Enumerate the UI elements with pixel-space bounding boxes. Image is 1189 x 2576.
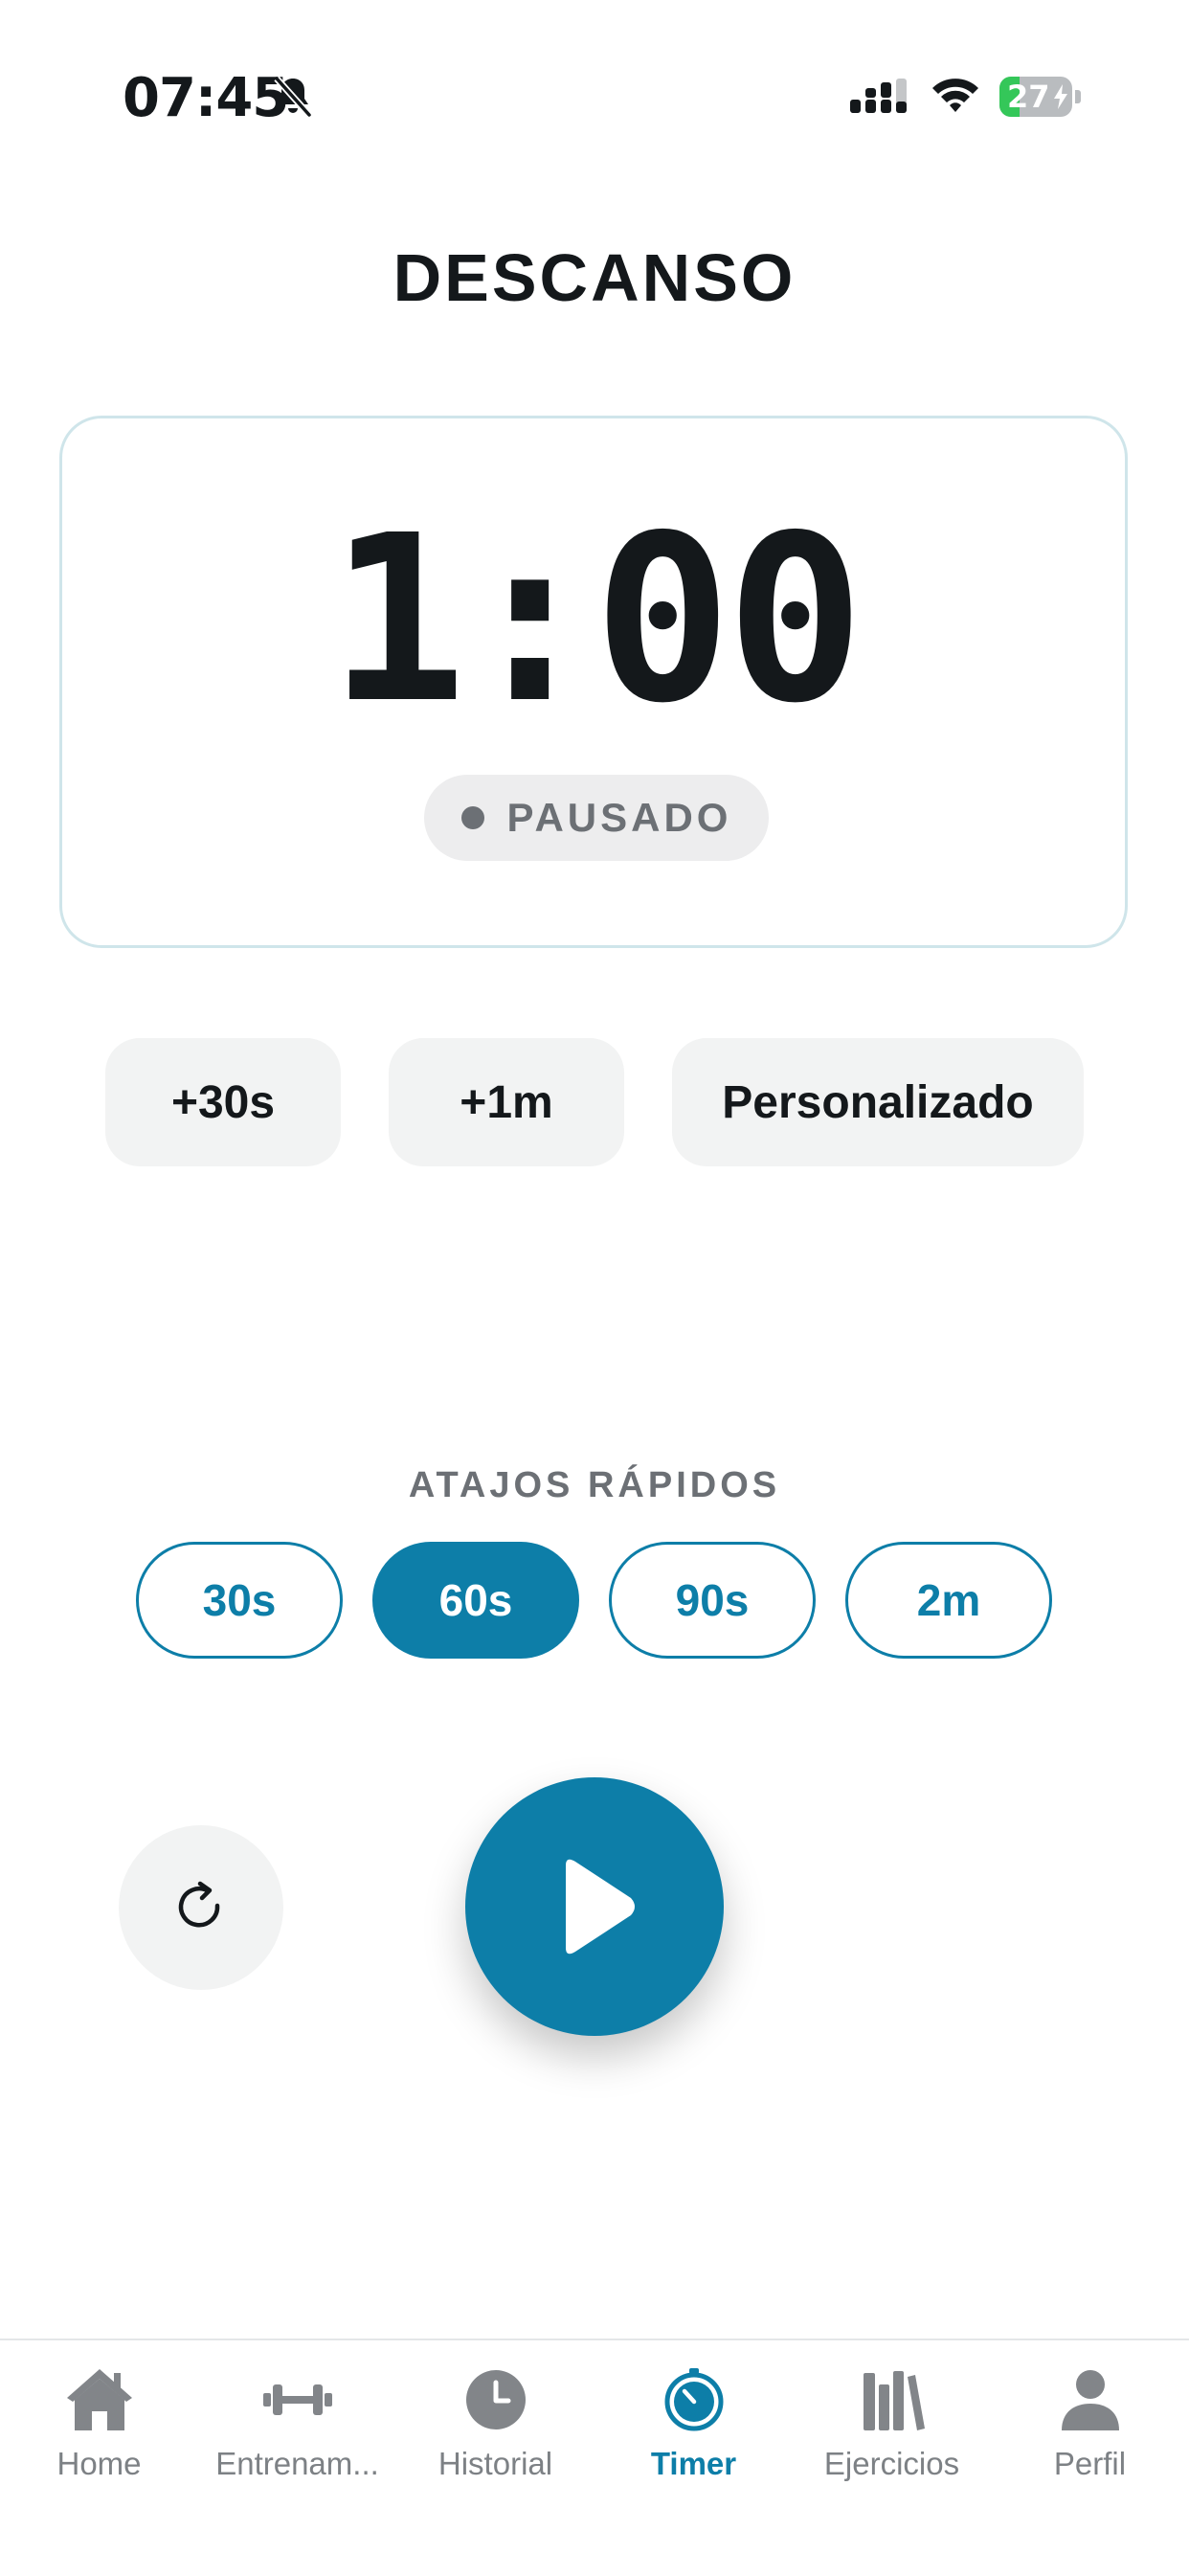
nav-label-history: Historial: [437, 2446, 553, 2481]
bell-slash-icon: [274, 76, 312, 118]
dumbbell-icon: [262, 2384, 332, 2415]
shortcut-30s-chip[interactable]: 30s: [136, 1542, 343, 1659]
clock-icon: [465, 2370, 526, 2429]
battery-body: 27: [999, 77, 1072, 117]
nav-label-profile: Perfil: [1053, 2446, 1127, 2481]
nav-label-workouts: Entrenam...: [215, 2446, 379, 2481]
reset-button[interactable]: [119, 1825, 283, 1990]
nav-item-workouts[interactable]: Entrenam...: [198, 2363, 396, 2507]
nav-label-timer: Timer: [650, 2446, 737, 2481]
shortcut-2m-chip[interactable]: 2m: [845, 1542, 1052, 1659]
timer-display: 1:00: [328, 486, 864, 754]
battery-cap: [1075, 90, 1081, 103]
status-dot: [460, 806, 484, 829]
timer-icon: [664, 2368, 723, 2431]
timer-card: 1:00 PAUSADO: [59, 416, 1128, 948]
play-button[interactable]: [465, 1777, 724, 2036]
page-title: DESCANSO: [393, 240, 796, 315]
status-badge: PAUSADO: [424, 775, 769, 861]
nav-item-history[interactable]: Historial: [396, 2363, 594, 2507]
person-icon: [1061, 2370, 1119, 2430]
nav-label-home: Home: [56, 2446, 142, 2481]
nav-item-profile[interactable]: Perfil: [991, 2363, 1189, 2507]
bottom-nav: Home Entrenam... Historial Timer Ejercic…: [0, 2339, 1189, 2576]
bolt-icon: [1054, 84, 1067, 109]
shortcut-60s-chip[interactable]: 60s: [372, 1542, 579, 1659]
wifi-icon: [932, 79, 978, 112]
battery-charging-icon: 27: [999, 77, 1082, 117]
custom-time-button[interactable]: Personalizado: [672, 1038, 1084, 1166]
status-label: PAUSADO: [506, 795, 732, 840]
nav-item-exercises[interactable]: Ejercicios: [793, 2363, 991, 2507]
status-bar: 07:45 27: [0, 0, 1189, 192]
nav-item-home[interactable]: Home: [0, 2363, 198, 2507]
nav-item-timer[interactable]: Timer: [594, 2363, 793, 2507]
reset-icon: [178, 1881, 220, 1928]
nav-label-exercises: Ejercicios: [823, 2446, 960, 2481]
status-time: 07:45: [123, 67, 289, 129]
shortcuts-title: ATAJOS RÁPIDOS: [408, 1465, 781, 1505]
home-icon: [66, 2369, 132, 2430]
play-icon: [566, 1859, 635, 1955]
add-1m-button[interactable]: +1m: [389, 1038, 624, 1166]
library-icon: [863, 2371, 925, 2430]
cellular-signal-icon: [850, 79, 907, 113]
shortcut-90s-chip[interactable]: 90s: [609, 1542, 816, 1659]
add-30s-button[interactable]: +30s: [105, 1038, 341, 1166]
